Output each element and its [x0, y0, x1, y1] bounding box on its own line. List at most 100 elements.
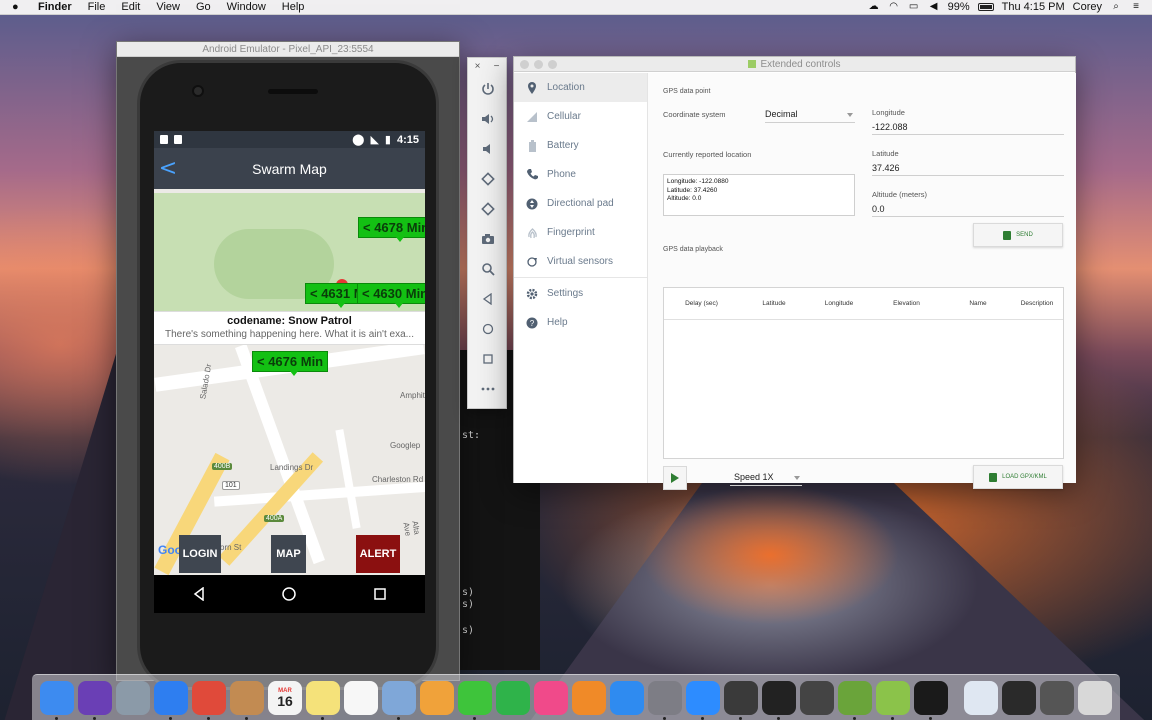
latitude-field[interactable]: 37.426 [872, 163, 1064, 176]
window-close-icon[interactable] [520, 60, 529, 69]
menu-go[interactable]: Go [196, 1, 211, 13]
terminal-window-icon[interactable] [914, 680, 948, 720]
siri-icon[interactable] [78, 680, 112, 720]
play-button[interactable] [663, 466, 687, 490]
menu-help[interactable]: Help [282, 1, 305, 13]
table-header-cell[interactable]: Elevation [869, 300, 944, 307]
more-icon[interactable] [468, 374, 508, 404]
sidebar-item-fingerprint[interactable]: Fingerprint [514, 218, 647, 247]
map-button[interactable]: MAP [271, 535, 306, 573]
ibooks-icon[interactable] [572, 680, 606, 715]
table-header-cell[interactable]: Longitude [809, 300, 869, 307]
nav-back-icon[interactable] [185, 580, 213, 608]
sidebar-item-settings[interactable]: Settings [514, 279, 647, 308]
nav-recents-icon[interactable] [366, 580, 394, 608]
gps-playback-table[interactable]: Delay (sec) Latitude Longitude Elevation… [663, 287, 1064, 459]
rotate-left-icon[interactable] [468, 164, 508, 194]
table-header-cell[interactable]: Delay (sec) [664, 300, 739, 307]
send-button[interactable]: SEND [973, 223, 1063, 247]
messages-icon[interactable] [458, 680, 492, 720]
window-minimize-icon[interactable] [534, 60, 543, 69]
menu-file[interactable]: File [88, 1, 106, 13]
menu-window[interactable]: Window [227, 1, 266, 13]
table-header-cell[interactable]: Name [944, 300, 1012, 307]
sublime-text-icon[interactable] [800, 680, 834, 715]
swarm-marker[interactable]: < 4678 Min [358, 217, 425, 242]
preview-icon[interactable] [382, 680, 416, 720]
table-header-cell[interactable]: Latitude [739, 300, 809, 307]
appstore-icon[interactable] [610, 680, 644, 715]
android-studio-icon[interactable] [838, 680, 872, 720]
itunes-icon[interactable] [534, 680, 568, 715]
desktop-thumb-icon[interactable] [1002, 680, 1036, 715]
zoom-icon[interactable] [468, 254, 508, 284]
android-emulator-icon[interactable] [876, 680, 910, 720]
longitude-field[interactable]: -122.088 [872, 122, 1064, 135]
window-thumb-icon[interactable] [1040, 680, 1074, 715]
map-view[interactable]: Salado Dr Amphithe Googlep Landings Dr C… [154, 189, 425, 575]
battery-percent[interactable]: 99% [948, 1, 970, 13]
emulator-title-bar[interactable]: Android Emulator - Pixel_API_23:5554 [117, 42, 459, 57]
safari-icon[interactable] [154, 680, 188, 720]
rotate-right-icon[interactable] [468, 194, 508, 224]
volume-up-icon[interactable] [468, 104, 508, 134]
speed-select[interactable]: Speed 1X [730, 472, 802, 486]
back-icon[interactable] [468, 284, 508, 314]
spotlight-icon[interactable]: ⌕ [1110, 2, 1122, 12]
close-icon[interactable]: × [475, 61, 481, 72]
system-prefs-icon[interactable] [648, 680, 682, 720]
launchpad-icon[interactable] [116, 680, 150, 715]
downloads-stack-icon[interactable] [964, 680, 998, 715]
sublime-icon[interactable] [724, 680, 758, 720]
notification-center-icon[interactable]: ≡ [1130, 2, 1142, 12]
calendar-icon[interactable]: MAR 16 [268, 680, 302, 715]
load-gpx-button[interactable]: LOAD GPX/KML [973, 465, 1063, 489]
menu-edit[interactable]: Edit [121, 1, 140, 13]
minimize-icon[interactable]: − [494, 61, 500, 72]
coord-system-select[interactable]: Decimal [765, 109, 855, 123]
back-arrow-icon[interactable]: < [154, 156, 182, 181]
home-icon[interactable] [468, 314, 508, 344]
photos-icon[interactable] [420, 680, 454, 715]
nav-home-icon[interactable] [275, 580, 303, 608]
sidebar-item-battery[interactable]: Battery [514, 131, 647, 160]
sidebar-item-virtual-sensors[interactable]: Virtual sensors [514, 247, 647, 276]
cloud-icon[interactable]: ☁ [868, 2, 880, 12]
swarm-marker[interactable]: < 4676 Min [252, 351, 329, 376]
alert-button[interactable]: ALERT [356, 535, 400, 573]
airplay-icon[interactable]: ▭ [908, 2, 920, 12]
menu-view[interactable]: View [156, 1, 180, 13]
menu-clock[interactable]: Thu 4:15 PM [1002, 1, 1065, 13]
chrome-icon[interactable] [192, 680, 226, 720]
volume-icon[interactable]: ◀ [928, 2, 940, 12]
facetime-icon[interactable] [496, 680, 530, 715]
table-header-cell[interactable]: Description [1012, 300, 1062, 307]
menu-finder[interactable]: Finder [38, 1, 72, 13]
sidebar-item-help[interactable]: ? Help [514, 308, 647, 337]
wifi-icon[interactable]: ◠ [888, 2, 900, 12]
altitude-field[interactable]: 0.0 [872, 204, 1064, 217]
sidebar-item-cellular[interactable]: Cellular [514, 102, 647, 131]
camera-icon[interactable] [468, 224, 508, 254]
swarm-marker[interactable]: < 4630 Min [357, 283, 425, 308]
sidebar-item-location[interactable]: Location [514, 73, 647, 102]
window-zoom-icon[interactable] [548, 60, 557, 69]
power-icon[interactable] [468, 74, 508, 104]
sidebar-item-phone[interactable]: Phone [514, 160, 647, 189]
sidebar-item-directional-pad[interactable]: Directional pad [514, 189, 647, 218]
contacts-icon[interactable] [230, 680, 264, 720]
menu-user[interactable]: Corey [1073, 1, 1102, 13]
notes-icon[interactable] [306, 680, 340, 720]
extended-title-bar[interactable]: Extended controls [514, 57, 1075, 72]
overview-icon[interactable] [468, 344, 508, 374]
login-button[interactable]: LOGIN [179, 535, 221, 573]
trash-icon[interactable] [1078, 680, 1112, 715]
marker-info-window[interactable]: codename: Snow Patrol There's something … [154, 311, 425, 345]
finder-icon[interactable] [40, 680, 74, 720]
zoom-icon[interactable] [686, 680, 720, 720]
terminal-icon[interactable] [762, 680, 796, 720]
volume-down-icon[interactable] [468, 134, 508, 164]
apple-menu-icon[interactable]: ● [12, 1, 26, 13]
reminders-icon[interactable] [344, 680, 378, 715]
battery-icon[interactable] [977, 3, 994, 11]
